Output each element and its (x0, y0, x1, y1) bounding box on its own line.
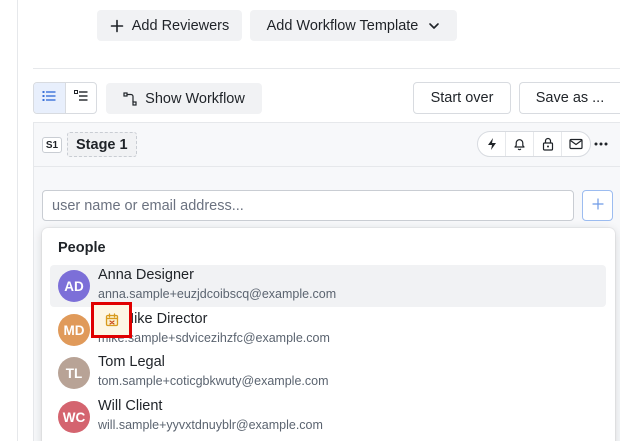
person-email: anna.sample+euzjdcoibscq@example.com (98, 287, 337, 301)
stage-badge: S1 (42, 137, 62, 153)
list-view-toggle[interactable] (34, 83, 66, 113)
person-item-tom-legal[interactable]: TL Tom Legal tom.sample+coticgbkwuty@exa… (50, 352, 606, 394)
view-toggle (33, 82, 97, 114)
list-icon (42, 89, 56, 107)
add-workflow-template-label: Add Workflow Template (266, 17, 419, 34)
person-item-will-client[interactable]: WC Will Client will.sample+yyvxtdnuyblr@… (50, 396, 606, 438)
more-options-icon[interactable] (592, 136, 610, 152)
search-input[interactable] (42, 190, 574, 221)
person-name: Mike Director (122, 311, 208, 327)
person-item-anna-designer[interactable]: AD Anna Designer anna.sample+euzjdcoibsc… (50, 265, 606, 307)
bell-icon[interactable] (506, 132, 534, 156)
lock-icon[interactable] (534, 132, 562, 156)
add-reviewers-button[interactable]: Add Reviewers (97, 10, 242, 41)
add-workflow-template-button[interactable]: Add Workflow Template (250, 10, 457, 41)
lightning-icon[interactable] (478, 132, 506, 156)
workflow-icon (123, 91, 137, 106)
calendar-icon[interactable] (91, 302, 132, 338)
person-email: tom.sample+coticgbkwuty@example.com (98, 374, 329, 388)
chevron-down-icon (428, 20, 440, 32)
add-reviewers-label: Add Reviewers (131, 17, 230, 34)
add-reviewer-button[interactable] (582, 190, 613, 221)
stage-name[interactable]: Stage 1 (67, 132, 137, 157)
people-section-title: People (58, 240, 106, 256)
person-name: Will Client (98, 398, 163, 414)
start-over-button[interactable]: Start over (413, 82, 511, 114)
plus-icon (110, 19, 124, 33)
stage-header-divider (33, 166, 620, 167)
detail-list-icon (73, 89, 88, 107)
person-email: will.sample+yyvxtdnuyblr@example.com (98, 418, 323, 432)
person-email: mike.sample+sdvicezihzfc@example.com (98, 331, 330, 345)
divider (33, 68, 620, 69)
mail-icon[interactable] (562, 132, 590, 156)
avatar: WC (58, 401, 90, 433)
person-name: Anna Designer (98, 267, 194, 283)
avatar: AD (58, 270, 90, 302)
avatar: MD (58, 314, 90, 346)
left-rail (0, 0, 18, 441)
person-item-mike-director[interactable]: MD Mike Director mike.sample+sdvicezihzf… (50, 309, 606, 351)
show-workflow-label: Show Workflow (145, 90, 245, 107)
show-workflow-button[interactable]: Show Workflow (106, 83, 262, 114)
person-name: Tom Legal (98, 354, 165, 370)
stage-actions (477, 131, 591, 157)
plus-icon (591, 197, 604, 215)
avatar: TL (58, 357, 90, 389)
detail-view-toggle[interactable] (66, 83, 97, 113)
save-as-button[interactable]: Save as ... (519, 82, 620, 114)
